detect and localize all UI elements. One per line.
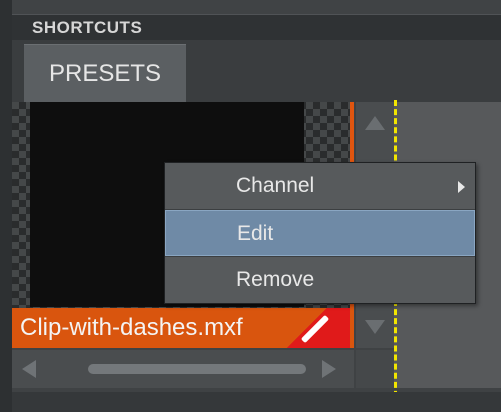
menu-item-label: Channel [236,174,315,197]
scroll-up-icon[interactable] [365,116,385,130]
tab-presets[interactable]: PRESETS [24,44,186,103]
clip-status-badge [268,308,350,348]
submenu-arrow-icon [458,181,465,193]
menu-item-remove[interactable]: Remove [165,257,475,303]
panel-left-edge [0,0,12,412]
scroll-left-icon[interactable] [22,360,36,378]
scroll-right-icon[interactable] [322,360,336,378]
horizontal-scroll-thumb[interactable] [88,364,306,374]
menu-item-label: Remove [236,268,315,291]
menu-item-label: Edit [237,222,274,245]
scroll-down-icon[interactable] [365,320,385,334]
panel-title: SHORTCUTS [12,14,501,40]
menu-item-edit[interactable]: Edit [165,210,475,256]
menu-item-channel[interactable]: Channel [165,163,475,209]
context-menu: Channel Edit Remove [164,162,476,304]
bottom-strip [12,392,501,412]
scrollbar-corner [356,350,394,388]
